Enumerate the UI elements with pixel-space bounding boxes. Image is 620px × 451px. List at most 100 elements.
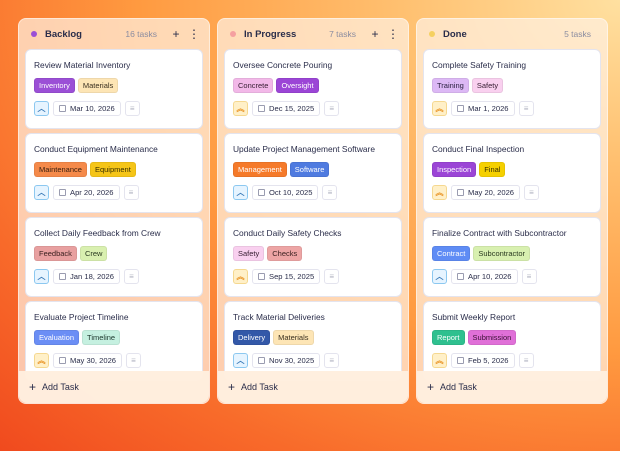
due-date[interactable]: Mar 1, 2026 <box>451 101 515 116</box>
due-date-text: Mar 10, 2026 <box>70 104 115 113</box>
tag: Management <box>233 162 287 177</box>
task-card[interactable]: Conduct Equipment Maintenance Maintenanc… <box>25 133 203 213</box>
tag: Concrete <box>233 78 274 93</box>
task-card[interactable]: Evaluate Project Timeline Evaluation Time… <box>25 301 203 381</box>
due-date[interactable]: May 20, 2026 <box>451 185 521 200</box>
task-meta: ︿ Apr 10, 2026 ≡ <box>432 269 592 284</box>
high-priority-icon[interactable]: ︽ <box>432 101 447 116</box>
notes-icon[interactable]: ≡ <box>524 185 540 200</box>
tag-list: Safety Checks <box>233 246 393 261</box>
tag: Contract <box>432 246 471 261</box>
due-date[interactable]: Apr 20, 2026 <box>53 185 120 200</box>
due-date[interactable]: Nov 30, 2025 <box>252 353 321 368</box>
low-priority-icon[interactable]: ︿ <box>34 269 49 284</box>
task-card[interactable]: Update Project Management Software Manag… <box>224 133 402 213</box>
tag: Timeline <box>82 330 121 345</box>
calendar-icon <box>59 189 66 196</box>
column-header: In Progress 7 tasks + ⋮ <box>218 19 408 49</box>
column-title: Backlog <box>45 28 82 40</box>
tag-list: Inspection Final <box>432 162 592 177</box>
calendar-icon <box>457 273 464 280</box>
task-title: Submit Weekly Report <box>432 312 516 322</box>
column-header: Done 5 tasks <box>417 19 607 49</box>
task-card[interactable]: Finalize Contract with Subcontractor Con… <box>423 217 601 297</box>
add-task-label: Add Task <box>241 382 278 392</box>
low-priority-icon[interactable]: ︿ <box>432 269 447 284</box>
due-date[interactable]: Sep 15, 2025 <box>252 269 321 284</box>
high-priority-icon[interactable]: ︽ <box>34 353 49 368</box>
due-date-text: Oct 10, 2025 <box>269 188 313 197</box>
task-card[interactable]: Track Material Deliveries Delivery Materi… <box>224 301 402 381</box>
tag: Inspection <box>432 162 477 177</box>
tag: Delivery <box>233 330 271 345</box>
notes-icon[interactable]: ≡ <box>123 185 139 200</box>
tag: Maintenance <box>34 162 87 177</box>
add-task-button[interactable]: + Add Task <box>218 371 408 403</box>
notes-icon[interactable]: ≡ <box>518 101 534 116</box>
task-count: 16 tasks <box>125 29 157 39</box>
low-priority-icon[interactable]: ︿ <box>233 353 248 368</box>
high-priority-icon[interactable]: ︽ <box>233 101 248 116</box>
tag: Training <box>432 78 469 93</box>
due-date[interactable]: Oct 10, 2025 <box>252 185 319 200</box>
notes-icon[interactable]: ≡ <box>518 353 534 368</box>
task-card[interactable]: Review Material Inventory Inventory Mater… <box>25 49 203 129</box>
add-icon[interactable]: + <box>368 27 382 41</box>
tag-list: Report Submission <box>432 330 592 345</box>
tag: Materials <box>273 330 314 345</box>
tag-list: Training Safety <box>432 78 592 93</box>
tag: Materials <box>77 78 119 93</box>
more-options-icon[interactable]: ⋮ <box>386 27 400 41</box>
high-priority-icon[interactable]: ︽ <box>432 353 447 368</box>
notes-icon[interactable]: ≡ <box>324 101 340 116</box>
task-title: Complete Safety Training <box>432 60 527 70</box>
due-date[interactable]: Dec 15, 2025 <box>252 101 321 116</box>
notes-icon[interactable]: ≡ <box>324 269 340 284</box>
notes-icon[interactable]: ≡ <box>324 353 340 368</box>
task-count: 5 tasks <box>564 29 591 39</box>
tag-list: Inventory Materials <box>34 78 194 93</box>
notes-icon[interactable]: ≡ <box>126 353 142 368</box>
notes-icon[interactable]: ≡ <box>124 101 140 116</box>
add-icon[interactable]: + <box>169 27 183 41</box>
notes-icon[interactable]: ≡ <box>521 269 537 284</box>
calendar-icon <box>457 189 464 196</box>
task-card[interactable]: Oversee Concrete Pouring Concrete Oversig… <box>224 49 402 129</box>
tag: Submission <box>467 330 517 345</box>
due-date-text: Sep 15, 2025 <box>269 272 315 281</box>
due-date[interactable]: Jan 18, 2026 <box>53 269 120 284</box>
task-card[interactable]: Conduct Daily Safety Checks Safety Checks… <box>224 217 402 297</box>
high-priority-icon[interactable]: ︽ <box>432 185 447 200</box>
card-list: Oversee Concrete Pouring Concrete Oversig… <box>224 49 402 385</box>
due-date[interactable]: May 30, 2026 <box>53 353 123 368</box>
column-title: In Progress <box>244 28 297 40</box>
notes-icon[interactable]: ≡ <box>123 269 139 284</box>
task-meta: ︽ Feb 5, 2026 ≡ <box>432 353 592 368</box>
task-title: Finalize Contract with Subcontractor <box>432 228 567 238</box>
due-date[interactable]: Apr 10, 2026 <box>451 269 518 284</box>
task-meta: ︿ Oct 10, 2025 ≡ <box>233 185 393 200</box>
notes-icon[interactable]: ≡ <box>322 185 338 200</box>
column-in-progress: In Progress 7 tasks + ⋮ Oversee Concrete … <box>217 18 409 404</box>
task-card[interactable]: Complete Safety Training Training Safety … <box>423 49 601 129</box>
task-card[interactable]: Collect Daily Feedback from Crew Feedbac… <box>25 217 203 297</box>
high-priority-icon[interactable]: ︽ <box>233 269 248 284</box>
tag: Safety <box>471 78 504 93</box>
task-title: Review Material Inventory <box>34 60 131 70</box>
plus-icon: + <box>29 380 37 394</box>
task-card[interactable]: Conduct Final Inspection Inspection Final… <box>423 133 601 213</box>
due-date[interactable]: Mar 10, 2026 <box>53 101 121 116</box>
tag: Safety <box>233 246 265 261</box>
task-title: Evaluate Project Timeline <box>34 312 129 322</box>
task-card[interactable]: Submit Weekly Report Report Submission ︽ … <box>423 301 601 381</box>
low-priority-icon[interactable]: ︿ <box>34 185 49 200</box>
due-date[interactable]: Feb 5, 2026 <box>451 353 515 368</box>
low-priority-icon[interactable]: ︿ <box>34 101 49 116</box>
more-options-icon[interactable]: ⋮ <box>187 27 201 41</box>
add-task-button[interactable]: + Add Task <box>417 371 607 403</box>
add-task-button[interactable]: + Add Task <box>19 371 209 403</box>
task-meta: ︽ Mar 1, 2026 ≡ <box>432 101 592 116</box>
due-date-text: Jan 18, 2026 <box>70 272 114 281</box>
low-priority-icon[interactable]: ︿ <box>233 185 248 200</box>
tag: Final <box>479 162 506 177</box>
